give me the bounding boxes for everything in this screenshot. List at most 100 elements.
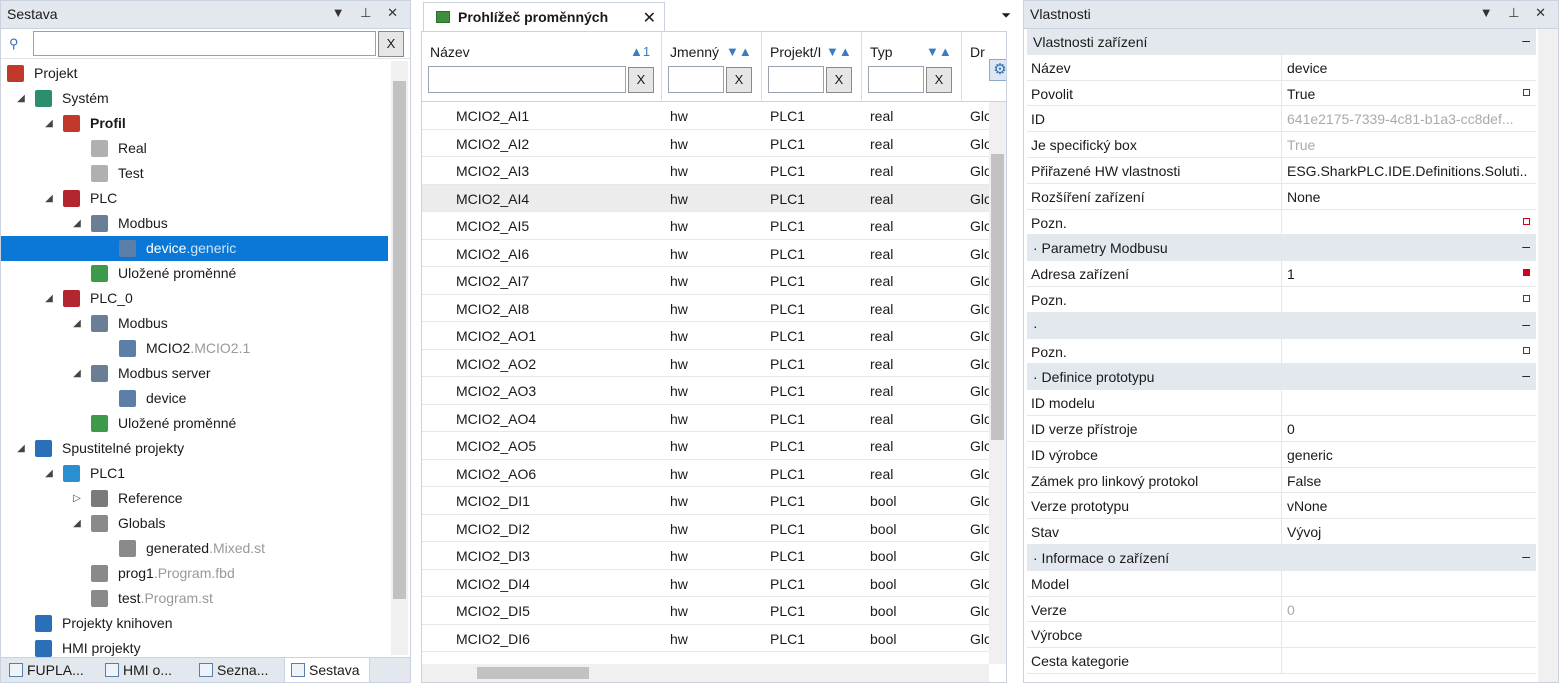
column-filter-clear-button[interactable]: X <box>926 67 952 93</box>
property-row[interactable]: Adresa zařízení 1 <box>1027 261 1536 287</box>
table-row[interactable]: MCIO2_DI4 hw PLC1 bool Glo <box>422 570 1006 597</box>
grid-vscrollbar[interactable] <box>989 102 1006 664</box>
panel-tools[interactable]: ▼ ⊥ ✕ <box>1480 5 1552 21</box>
property-value[interactable]: 0 <box>1287 602 1527 618</box>
property-category[interactable]: · Definice prototypu – <box>1027 364 1536 391</box>
expand-arrow-icon[interactable]: ◢ <box>43 186 55 211</box>
expand-arrow-icon[interactable]: ◢ <box>15 436 27 461</box>
table-row[interactable]: MCIO2_AO6 hw PLC1 real Glo <box>422 460 1006 487</box>
tree-scrollbar[interactable] <box>391 61 408 655</box>
table-row[interactable]: MCIO2_DI6 hw PLC1 bool Glo <box>422 625 1006 652</box>
property-row[interactable]: ID výrobce generic <box>1027 441 1536 468</box>
grid-vscroll-thumb[interactable] <box>991 154 1004 440</box>
table-row[interactable]: MCIO2_DI1 hw PLC1 bool Glo <box>422 487 1006 515</box>
property-category[interactable]: Vlastnosti zařízení – <box>1027 29 1536 55</box>
property-value[interactable]: True <box>1287 137 1527 153</box>
property-row[interactable]: Zámek pro linkový protokol False <box>1027 467 1536 494</box>
expand-arrow-icon[interactable]: ◢ <box>43 286 55 311</box>
property-row[interactable]: ID 641e2175-7339-4c81-b1a3-cc8def... <box>1027 106 1536 133</box>
tree-item[interactable]: generated.Mixed.st <box>1 536 388 561</box>
table-row[interactable]: MCIO2_AI4 hw PLC1 real Glo <box>422 184 1006 212</box>
property-value[interactable]: device <box>1287 60 1527 76</box>
property-category[interactable]: · Parametry Modbusu – <box>1027 235 1536 262</box>
table-row[interactable]: MCIO2_AI7 hw PLC1 real Glo <box>422 267 1006 295</box>
tree-item[interactable]: MCIO2.MCIO2.1 <box>1 336 388 361</box>
table-row[interactable]: MCIO2_AI8 hw PLC1 real Glo <box>422 295 1006 322</box>
expand-arrow-icon[interactable]: ◢ <box>71 361 83 386</box>
table-row[interactable]: MCIO2_AI3 hw PLC1 real Glo <box>422 157 1006 185</box>
table-row[interactable]: MCIO2_AI2 hw PLC1 real Glo <box>422 130 1006 157</box>
table-row[interactable]: MCIO2_AI5 hw PLC1 real Glo <box>422 212 1006 240</box>
property-category[interactable]: · Informace o zařízení – <box>1027 545 1536 571</box>
collapse-icon[interactable]: – <box>1522 32 1530 48</box>
property-row[interactable]: Stav Vývoj <box>1027 519 1536 545</box>
grid-hscroll-thumb[interactable] <box>477 667 589 679</box>
property-value[interactable]: ESG.SharkPLC.IDE.Definitions.Soluti... <box>1287 163 1527 179</box>
property-row[interactable]: Přiřazené HW vlastnosti ESG.SharkPLC.IDE.… <box>1027 158 1536 184</box>
tree-filter-input[interactable] <box>33 31 376 56</box>
sort-arrows-icon[interactable]: ▼▲ <box>726 44 752 59</box>
property-value[interactable]: 1 <box>1287 266 1527 282</box>
grid-column-header[interactable]: Projekt/I ▼▲ X <box>762 32 862 102</box>
clear-filter-button[interactable]: X <box>378 31 404 57</box>
tree-item[interactable]: ◢ Modbus <box>1 311 388 336</box>
grid-column-header[interactable]: Název ▲1 X <box>422 32 662 102</box>
bottom-tab[interactable]: Sestava <box>284 658 370 682</box>
property-value[interactable]: 0 <box>1287 421 1527 437</box>
column-filter-clear-button[interactable]: X <box>826 67 852 93</box>
tree-item[interactable]: ◢ PLC_0 <box>1 286 388 311</box>
bottom-tab[interactable]: HMI o... <box>99 658 191 682</box>
expand-arrow-icon[interactable]: ◢ <box>71 511 83 536</box>
tree-item[interactable]: Uložené proměnné <box>1 261 388 286</box>
table-row[interactable]: MCIO2_AO4 hw PLC1 real Glo <box>422 405 1006 432</box>
expand-arrow-icon[interactable]: ◢ <box>15 86 27 111</box>
column-filter-clear-button[interactable]: X <box>628 67 654 93</box>
property-row[interactable]: Pozn. <box>1027 287 1536 313</box>
property-value[interactable]: generic <box>1287 447 1527 463</box>
column-filter-input[interactable] <box>428 66 626 93</box>
sort-arrows-icon[interactable]: ▼▲ <box>826 44 852 59</box>
grid-hscrollbar[interactable] <box>422 664 989 682</box>
sort-arrows-icon[interactable]: ▼▲ <box>926 44 952 59</box>
tree-item[interactable]: ◢ Profil <box>1 111 388 136</box>
tree-item[interactable]: ◢ PLC <box>1 186 388 211</box>
property-value[interactable]: Vývoj <box>1287 524 1527 540</box>
property-row[interactable]: Model <box>1027 570 1536 597</box>
collapse-icon[interactable]: – <box>1522 316 1530 332</box>
tree-item[interactable]: device.generic <box>1 236 388 261</box>
properties-scrollbar[interactable] <box>1538 29 1558 682</box>
property-row[interactable]: Cesta kategorie <box>1027 648 1536 674</box>
property-row[interactable]: ID modelu <box>1027 390 1536 416</box>
property-value[interactable]: False <box>1287 473 1527 489</box>
table-row[interactable]: MCIO2_AO2 hw PLC1 real Glo <box>422 350 1006 377</box>
tree-item[interactable]: Projekty knihoven <box>1 611 388 636</box>
tree-item[interactable]: ▷ Reference <box>1 486 388 511</box>
expand-arrow-icon[interactable]: ◢ <box>71 311 83 336</box>
tree-item[interactable]: test.Program.st <box>1 586 388 611</box>
panel-tools[interactable]: ▼ ⊥ ✕ <box>332 5 404 21</box>
tree-item[interactable]: Test <box>1 161 388 186</box>
tab-variable-browser[interactable]: Prohlížeč proměnných ✕ <box>423 2 665 32</box>
tree-item[interactable]: ◢ Spustitelné projekty <box>1 436 388 461</box>
grid-column-header[interactable]: Typ ▼▲ X <box>862 32 962 102</box>
expand-arrow-icon[interactable]: ◢ <box>43 461 55 486</box>
tree-scroll-thumb[interactable] <box>393 81 406 599</box>
expand-arrow-icon[interactable]: ◢ <box>43 111 55 136</box>
tree-item[interactable]: ◢ Modbus server <box>1 361 388 386</box>
bottom-tab[interactable]: FUPLA... <box>3 658 97 682</box>
collapse-icon[interactable]: – <box>1522 238 1530 254</box>
tree-item[interactable]: Projekt <box>1 61 388 86</box>
property-value[interactable]: None <box>1287 189 1527 205</box>
table-row[interactable]: MCIO2_AO5 hw PLC1 real Glo <box>422 432 1006 460</box>
expand-arrow-icon[interactable]: ◢ <box>71 211 83 236</box>
tree-item[interactable]: ◢ Systém <box>1 86 388 111</box>
tree-item[interactable]: ◢ Modbus <box>1 211 388 236</box>
property-row[interactable]: Je specifický box True <box>1027 132 1536 158</box>
tree-item[interactable]: prog1.Program.fbd <box>1 561 388 586</box>
tree-item[interactable]: ◢ Globals <box>1 511 388 536</box>
table-row[interactable]: MCIO2_AI6 hw PLC1 real Glo <box>422 240 1006 267</box>
tree-item[interactable]: Real <box>1 136 388 161</box>
tree-item[interactable]: device <box>1 386 388 411</box>
grid-settings-icon[interactable]: ⚙ <box>989 59 1006 81</box>
property-row[interactable]: Verze 0 <box>1027 596 1536 623</box>
